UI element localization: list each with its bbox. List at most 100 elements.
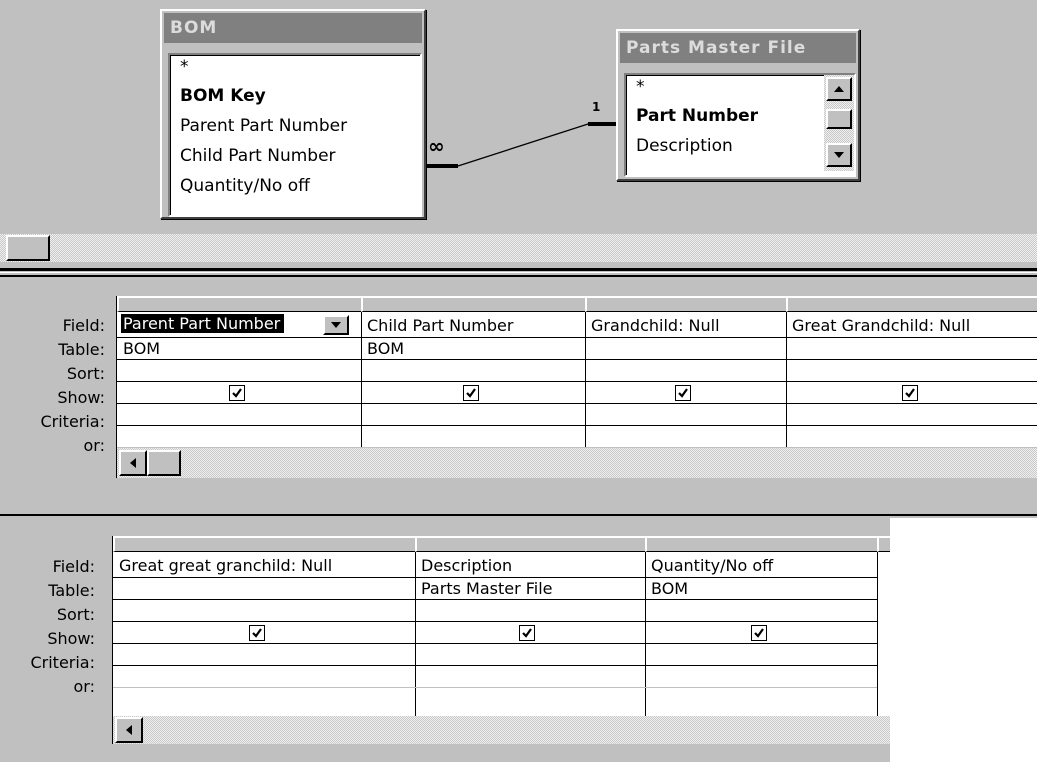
parts-field-all[interactable]: *	[626, 75, 854, 101]
column-selector[interactable]	[645, 536, 877, 552]
sort-cell[interactable]	[415, 600, 645, 622]
field-cell[interactable]: Parent Part Number	[117, 313, 361, 338]
show-checkbox[interactable]	[463, 385, 479, 401]
parts-master-table-window[interactable]: Parts Master File * Part Number Descript…	[616, 29, 860, 181]
field-cell[interactable]: Great Grandchild: Null	[786, 313, 1037, 338]
show-checkbox[interactable]	[229, 385, 245, 401]
grid-2-column[interactable]: Great great granchild: Null	[113, 536, 416, 744]
sort-cell[interactable]	[645, 600, 877, 622]
sort-cell[interactable]	[585, 360, 786, 382]
field-cell[interactable]: Child Part Number	[361, 313, 585, 338]
table-cell[interactable]: BOM	[361, 338, 585, 360]
field-dropdown-button[interactable]	[323, 315, 349, 335]
column-selector[interactable]	[113, 536, 415, 552]
grid-2-hscrollbar[interactable]	[113, 716, 891, 744]
column-selector[interactable]	[415, 536, 645, 552]
row-label-or: or:	[83, 436, 105, 455]
down-arrow-icon	[834, 152, 844, 158]
row-label-field: Field:	[62, 316, 105, 335]
show-checkbox[interactable]	[519, 625, 535, 641]
scroll-down-button[interactable]	[826, 143, 852, 167]
table-cell[interactable]	[585, 338, 786, 360]
show-checkbox[interactable]	[902, 385, 918, 401]
grid-1-hscrollbar[interactable]	[117, 448, 1037, 478]
left-arrow-icon	[130, 458, 136, 468]
criteria-cell[interactable]	[361, 404, 585, 426]
check-icon	[754, 628, 764, 638]
grid-1-scroll-thumb[interactable]	[147, 450, 181, 476]
table-cell[interactable]: BOM	[645, 578, 877, 600]
grid-2-column[interactable]: Description Parts Master File	[415, 536, 646, 744]
or-cell[interactable]	[645, 666, 877, 688]
or-cell[interactable]	[786, 426, 1037, 448]
design-pane-scroll-thumb[interactable]	[6, 235, 50, 261]
field-cell[interactable]: Description	[415, 553, 645, 578]
show-cell[interactable]	[361, 382, 585, 404]
bom-table-title[interactable]: BOM	[164, 13, 422, 43]
row-label-or: or:	[73, 677, 95, 696]
bom-table-window[interactable]: BOM * BOM Key Parent Part Number Child P…	[160, 9, 426, 219]
column-selector[interactable]	[585, 296, 786, 312]
table-design-pane: BOM * BOM Key Parent Part Number Child P…	[0, 0, 1037, 234]
scroll-left-button[interactable]	[115, 717, 143, 743]
column-selector[interactable]	[877, 536, 891, 552]
criteria-cell[interactable]	[585, 404, 786, 426]
column-selector[interactable]	[786, 296, 1037, 312]
scroll-left-button[interactable]	[119, 450, 147, 476]
show-cell[interactable]	[117, 382, 361, 404]
scroll-up-button[interactable]	[826, 77, 852, 101]
table-cell[interactable]: BOM	[117, 338, 361, 360]
show-cell[interactable]	[645, 622, 877, 644]
table-cell[interactable]	[786, 338, 1037, 360]
or-cell[interactable]	[415, 666, 645, 688]
show-cell[interactable]	[786, 382, 1037, 404]
parts-master-table-title[interactable]: Parts Master File	[620, 33, 856, 63]
row-label-table: Table:	[48, 581, 95, 600]
bom-field-parent-part-number[interactable]: Parent Part Number	[170, 111, 420, 141]
show-checkbox[interactable]	[751, 625, 767, 641]
table-cell[interactable]: Parts Master File	[415, 578, 645, 600]
parts-field-description[interactable]: Description	[626, 131, 854, 161]
bom-field-key[interactable]: BOM Key	[170, 81, 420, 111]
criteria-cell[interactable]	[113, 644, 415, 666]
scroll-thumb[interactable]	[826, 109, 852, 129]
parts-field-scrollbar[interactable]	[824, 75, 854, 171]
or-cell[interactable]	[585, 426, 786, 448]
criteria-cell[interactable]	[415, 644, 645, 666]
check-icon	[678, 388, 688, 398]
show-cell[interactable]	[113, 622, 415, 644]
background-fill	[890, 518, 1037, 762]
grid-2-column[interactable]: Quantity/No off BOM	[645, 536, 878, 744]
criteria-cell[interactable]	[645, 644, 877, 666]
design-pane-hscrollbar[interactable]	[0, 234, 1037, 262]
grid-2-empty-column[interactable]	[877, 536, 891, 744]
row-label-criteria: Criteria:	[40, 412, 105, 431]
field-cell[interactable]: Quantity/No off	[645, 553, 877, 578]
or-cell[interactable]	[117, 426, 361, 448]
parts-field-part-number[interactable]: Part Number	[626, 101, 854, 131]
sort-cell[interactable]	[117, 360, 361, 382]
field-cell[interactable]: Grandchild: Null	[585, 313, 786, 338]
field-cell[interactable]: Great great granchild: Null	[113, 553, 415, 578]
many-side-label: ∞	[428, 134, 445, 158]
or-cell[interactable]	[361, 426, 585, 448]
criteria-cell[interactable]	[117, 404, 361, 426]
or-cell[interactable]	[113, 666, 415, 688]
sort-cell[interactable]	[786, 360, 1037, 382]
show-checkbox[interactable]	[249, 625, 265, 641]
column-selector[interactable]	[361, 296, 585, 312]
table-cell[interactable]	[113, 578, 415, 600]
check-icon	[232, 388, 242, 398]
bom-field-all[interactable]: *	[170, 55, 420, 81]
show-checkbox[interactable]	[675, 385, 691, 401]
pane-splitter[interactable]	[0, 262, 1037, 284]
column-selector[interactable]	[117, 296, 361, 312]
criteria-cell[interactable]	[786, 404, 1037, 426]
show-cell[interactable]	[585, 382, 786, 404]
bom-field-quantity[interactable]: Quantity/No off	[170, 171, 420, 201]
query-grid-2: Field: Table: Sort: Show: Criteria: or: …	[0, 518, 1037, 762]
sort-cell[interactable]	[361, 360, 585, 382]
show-cell[interactable]	[415, 622, 645, 644]
bom-field-child-part-number[interactable]: Child Part Number	[170, 141, 420, 171]
sort-cell[interactable]	[113, 600, 415, 622]
